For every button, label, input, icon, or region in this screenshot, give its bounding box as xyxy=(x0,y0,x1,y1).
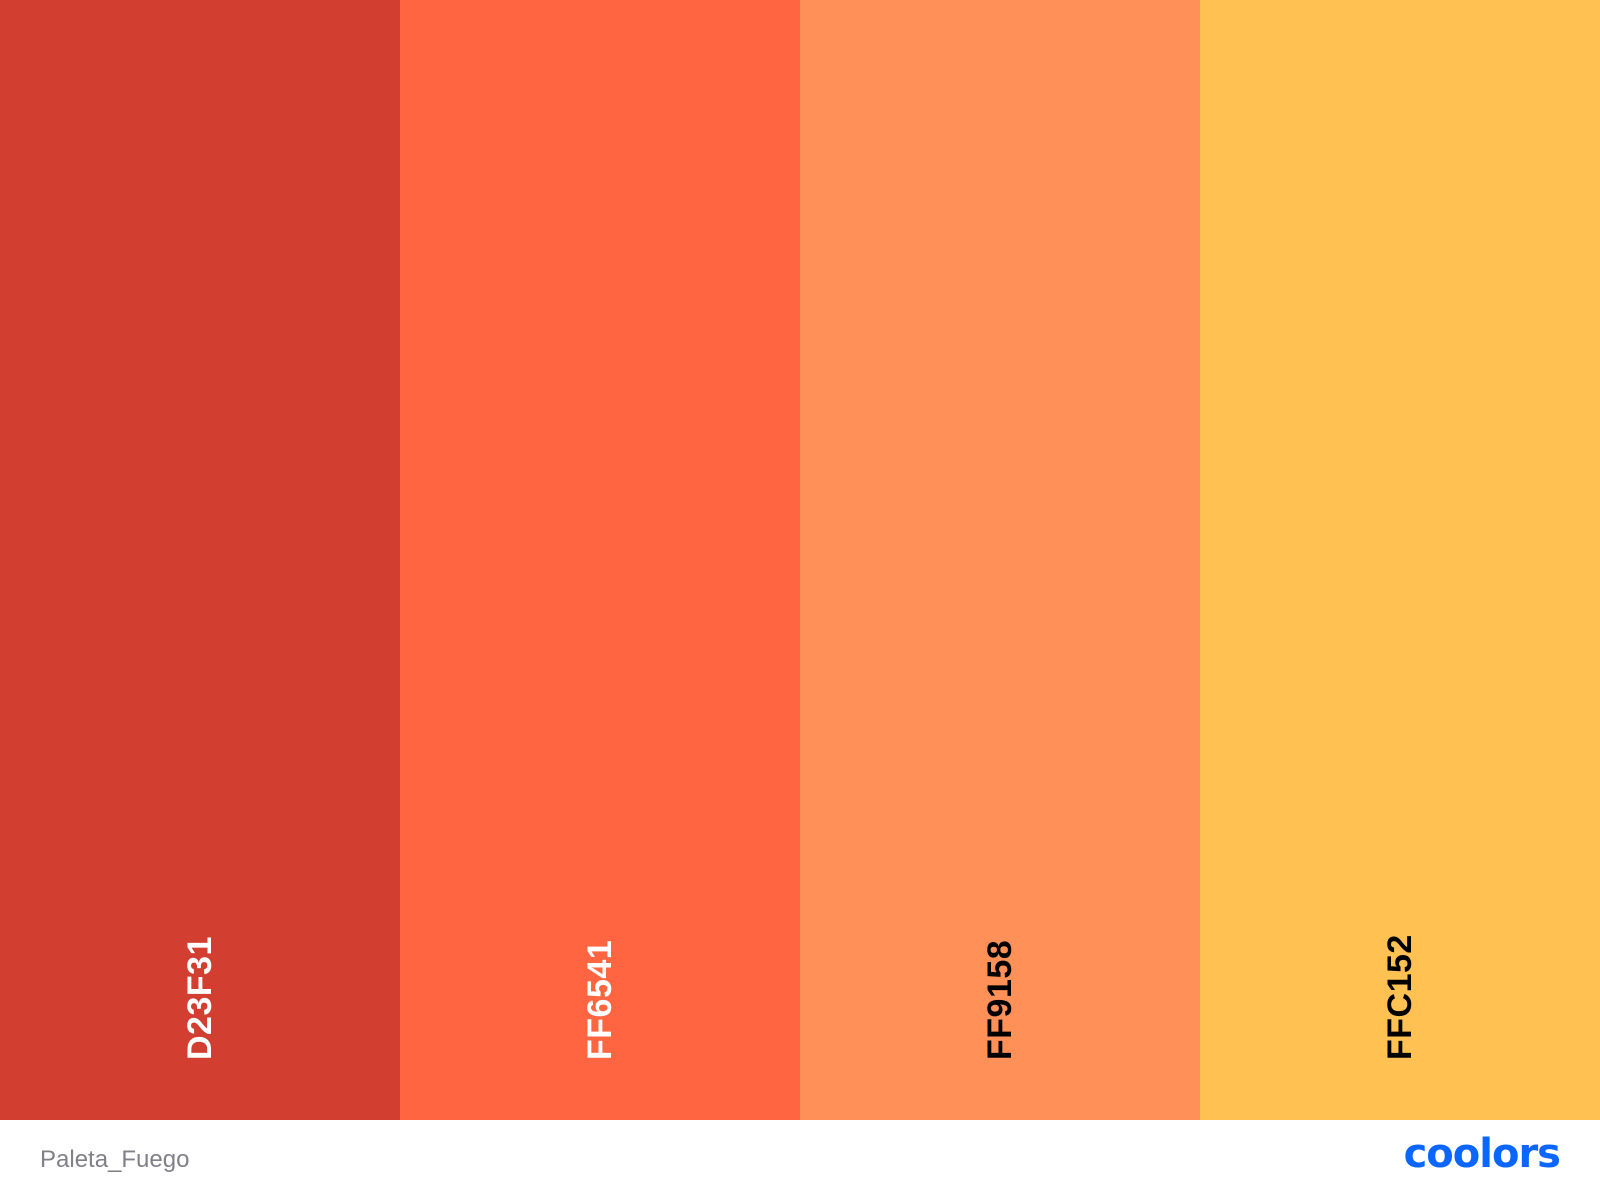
swatch-1-hex-label: D23F31 xyxy=(181,936,219,1060)
swatch-2-hex-label: FF6541 xyxy=(581,939,619,1060)
swatch-3[interactable]: FF9158 xyxy=(800,0,1200,1120)
swatch-3-hex-label: FF9158 xyxy=(981,939,1019,1060)
swatch-1[interactable]: D23F31 xyxy=(0,0,400,1120)
palette-page: D23F31 FF6541 FF9158 FFC152 Paleta_Fuego… xyxy=(0,0,1600,1200)
swatch-strip: D23F31 FF6541 FF9158 FFC152 xyxy=(0,0,1600,1120)
coolors-logo[interactable]: coolors xyxy=(1404,1130,1561,1178)
swatch-4[interactable]: FFC152 xyxy=(1200,0,1600,1120)
palette-name: Paleta_Fuego xyxy=(40,1146,190,1173)
swatch-2[interactable]: FF6541 xyxy=(400,0,800,1120)
swatch-4-hex-label: FFC152 xyxy=(1381,934,1419,1060)
footer-bar: Paleta_Fuego coolors xyxy=(0,1120,1600,1200)
